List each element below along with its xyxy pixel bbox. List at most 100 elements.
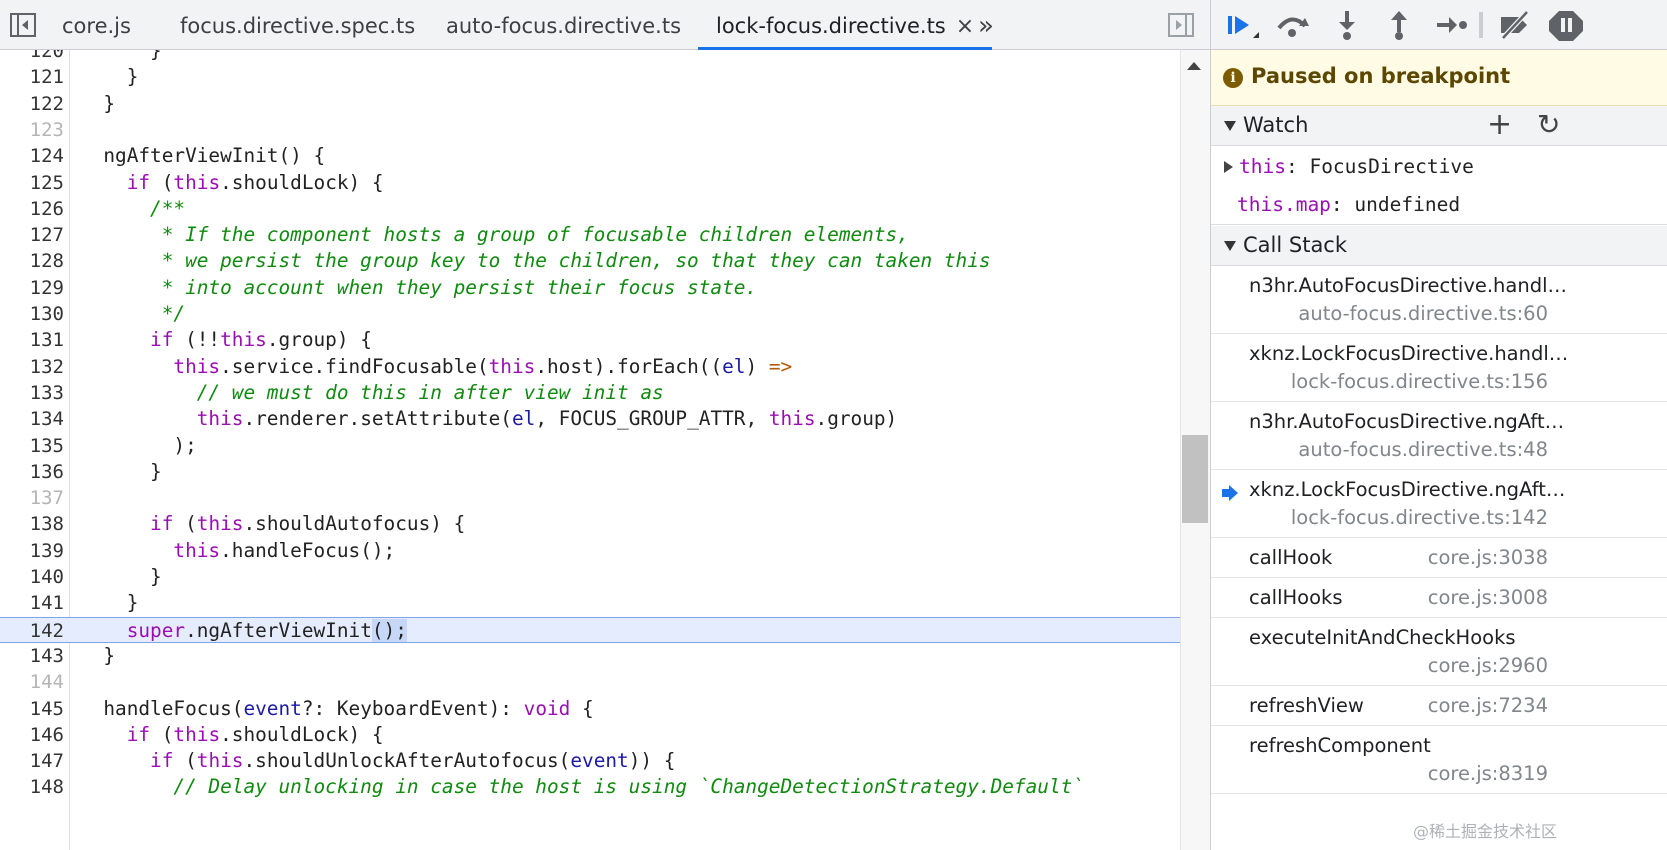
call-frame[interactable]: callHooks core.js:3008 [1211,578,1667,618]
code-line[interactable]: 129 * into account when they persist the… [0,275,1180,301]
current-execution-line[interactable]: 142 super.ngAfterViewInit(); [0,616,1180,644]
code-line[interactable]: 128 * we persist the group key to the ch… [0,248,1180,274]
tab-focus-directive-spec[interactable]: focus.directive.spec.ts [180,0,415,50]
step-over-icon[interactable] [1275,8,1311,42]
code-line[interactable]: 131 if (!!this.group) { [0,327,1180,353]
line-number[interactable]: 121 [0,64,64,90]
code-line[interactable]: 147 if (this.shouldUnlockAfterAutofocus(… [0,748,1180,774]
deactivate-breakpoints-icon[interactable] [1497,8,1533,42]
tab-core-js[interactable]: core.js [62,0,131,50]
step-into-icon[interactable] [1329,8,1365,42]
code-line[interactable]: 148 // Delay unlocking in case the host … [0,774,1180,800]
line-number[interactable]: 142 [0,618,64,644]
line-number[interactable]: 122 [0,91,64,117]
line-number[interactable]: 125 [0,170,64,196]
expand-triangle-icon[interactable] [1224,161,1233,173]
line-number[interactable]: 129 [0,275,64,301]
watch-item[interactable]: this.map: undefined [1211,186,1667,225]
call-frame[interactable]: xknz.LockFocusDirective.handl… lock-focus… [1211,334,1667,402]
code-line[interactable]: 125 if (this.shouldLock) { [0,170,1180,196]
call-frame[interactable]: n3hr.AutoFocusDirective.handl… auto-focus… [1211,266,1667,334]
code-line[interactable]: 130 */ [0,301,1180,327]
line-number[interactable]: 137 [0,485,64,511]
code-line[interactable]: 121 } [0,64,1180,90]
line-number[interactable]: 148 [0,774,64,800]
call-stack-section-header[interactable]: Call Stack [1211,226,1667,266]
code-line[interactable]: 127 * If the component hosts a group of … [0,222,1180,248]
watch-item[interactable]: this: FocusDirective [1211,148,1667,186]
line-number[interactable]: 135 [0,433,64,459]
add-watch-expression-icon[interactable]: + [1487,107,1512,142]
resume-icon[interactable] [1223,8,1259,42]
line-number[interactable]: 138 [0,511,64,537]
code-line[interactable]: 143 } [0,643,1180,669]
code-line[interactable]: 120 } [0,50,1180,64]
code-line[interactable]: 145 handleFocus(event?: KeyboardEvent): … [0,696,1180,722]
pause-on-exceptions-icon[interactable] [1549,8,1585,42]
tab-lock-focus-directive[interactable]: lock-focus.directive.ts × [698,0,993,50]
watch-section-header[interactable]: Watch + ↻ [1211,106,1667,146]
line-number[interactable]: 120 [0,50,64,64]
code-text: */ [80,302,186,325]
scroll-up-arrow-icon[interactable] [1187,62,1201,70]
line-number[interactable]: 126 [0,196,64,222]
code-text: handleFocus(event?: KeyboardEvent): void… [80,696,594,720]
code-line[interactable]: 138 if (this.shouldAutofocus) { [0,511,1180,537]
tab-auto-focus-directive[interactable]: auto-focus.directive.ts [446,0,681,50]
line-number[interactable]: 147 [0,748,64,774]
line-number[interactable]: 136 [0,459,64,485]
line-number[interactable]: 127 [0,222,64,248]
more-tabs-icon[interactable]: » [978,0,994,50]
line-number[interactable]: 123 [0,117,64,143]
line-number[interactable]: 132 [0,354,64,380]
watch-expression: this [1239,155,1286,178]
code-line[interactable]: 141 } [0,590,1180,616]
line-number[interactable]: 139 [0,538,64,564]
editor-scrollbar[interactable] [1180,50,1210,850]
code-line[interactable]: 132 this.service.findFocusable(this.host… [0,354,1180,380]
code-line[interactable]: 134 this.renderer.setAttribute(el, FOCUS… [0,406,1180,432]
code-line[interactable]: 146 if (this.shouldLock) { [0,722,1180,748]
code-line[interactable]: 139 this.handleFocus(); [0,538,1180,564]
code-line[interactable]: 136 } [0,459,1180,485]
scrollbar-thumb[interactable] [1182,435,1208,523]
code-line[interactable]: 140 } [0,564,1180,590]
line-number[interactable]: 128 [0,248,64,274]
call-frame-function: callHooks [1249,586,1343,609]
code-line[interactable]: 123 [0,117,1180,143]
code-line[interactable]: 122 } [0,91,1180,117]
call-frame[interactable]: refreshView core.js:7234 [1211,686,1667,726]
call-frame-current[interactable]: xknz.LockFocusDirective.ngAft… lock-focus… [1211,470,1667,538]
code-line[interactable]: 137 [0,485,1180,511]
step-out-icon[interactable] [1381,8,1417,42]
code-line[interactable]: 126 /** [0,196,1180,222]
call-frame[interactable]: callHook core.js:3038 [1211,538,1667,578]
code-line[interactable]: 135 ); [0,433,1180,459]
tab-label: auto-focus.directive.ts [446,14,682,38]
call-frame[interactable]: n3hr.AutoFocusDirective.ngAft… auto-focus… [1211,402,1667,470]
code-view[interactable]: 120 } 121 } 122 } 123 124 ngAfterViewInit() … [0,50,1180,850]
close-tab-icon[interactable]: × [956,14,974,39]
line-number[interactable]: 131 [0,327,64,353]
line-number[interactable]: 145 [0,696,64,722]
toggle-navigator-icon[interactable] [8,10,38,40]
call-frame[interactable]: executeInitAndCheckHooks core.js:2960 [1211,618,1667,686]
code-line[interactable]: 124 ngAfterViewInit() { [0,143,1180,169]
watch-expression: this.map [1237,193,1331,216]
call-frame[interactable]: refreshComponent core.js:8319 [1211,726,1667,794]
code-text: * we persist the group key to the childr… [80,249,991,273]
code-line[interactable]: 133 // we must do this in after view ini… [0,380,1180,406]
line-number[interactable]: 146 [0,722,64,748]
line-number[interactable]: 140 [0,564,64,590]
refresh-watch-icon[interactable]: ↻ [1537,108,1560,141]
code-line[interactable]: 144 [0,669,1180,695]
line-number[interactable]: 143 [0,643,64,669]
line-number[interactable]: 124 [0,143,64,169]
step-icon[interactable] [1433,8,1469,42]
line-number[interactable]: 130 [0,301,64,327]
line-number[interactable]: 134 [0,406,64,432]
line-number[interactable]: 141 [0,590,64,616]
line-number[interactable]: 144 [0,669,64,695]
line-number[interactable]: 133 [0,380,64,406]
toggle-debugger-icon[interactable] [1166,10,1196,40]
